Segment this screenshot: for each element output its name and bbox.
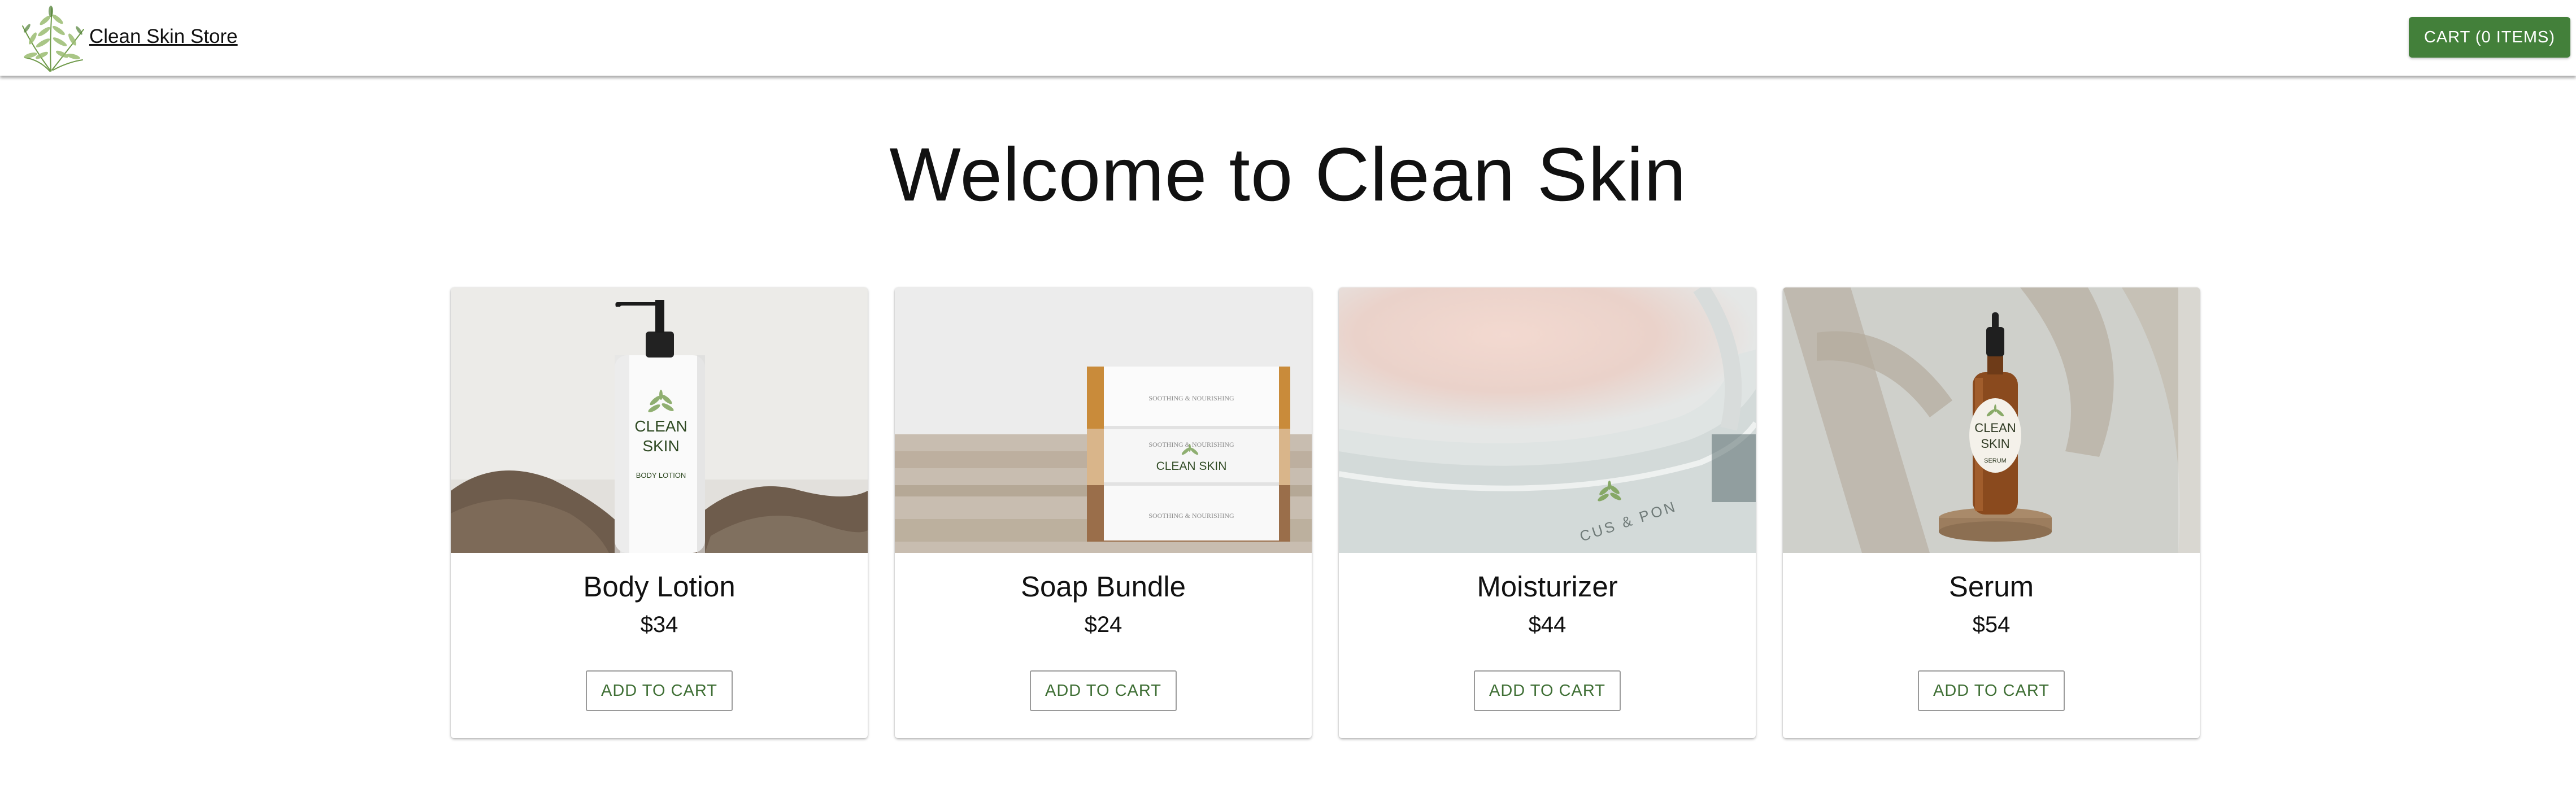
svg-text:SOOTHING & NOURISHING: SOOTHING & NOURISHING [1148,512,1234,520]
svg-text:SKIN: SKIN [642,437,679,455]
add-to-cart-button-serum[interactable]: ADD TO CART [1918,670,2065,711]
page-title: Welcome to Clean Skin [889,133,1687,217]
svg-text:SERUM: SERUM [1984,457,2007,464]
product-card-moisturizer: CUS & PON Moisturizer $44 ADD TO CART [1339,287,1756,738]
svg-text:BODY LOTION: BODY LOTION [636,471,686,480]
moisturizer-jar-closeup-photo-icon: CUS & PON [1339,287,1756,553]
svg-text:SOOTHING & NOURISHING: SOOTHING & NOURISHING [1148,394,1234,402]
product-card-serum: CLEAN SKIN SERUM Serum $54 ADD TO CART [1783,287,2200,738]
add-to-cart-button-moisturizer[interactable]: ADD TO CART [1474,670,1621,711]
soap-bundle-stack-photo-icon: SOOTHING & NOURISHING SOOTHING & NOURISH… [895,287,1312,553]
product-price: $54 [1972,612,2011,637]
store-name-link[interactable]: Clean Skin Store [89,25,238,48]
soap-bundle-image[interactable]: SOOTHING & NOURISHING SOOTHING & NOURISH… [895,287,1312,553]
serum-image[interactable]: CLEAN SKIN SERUM [1783,287,2200,553]
product-name: Soap Bundle [1020,570,1186,603]
add-to-cart-button-soap-bundle[interactable]: ADD TO CART [1030,670,1177,711]
product-card-body-lotion: CLEAN SKIN BODY LOTION Body Lotion $34 A… [451,287,868,738]
product-price: $44 [1528,612,1567,637]
product-name: Moisturizer [1477,570,1618,603]
fern-leaf-logo-icon [22,6,84,72]
svg-text:CLEAN: CLEAN [1974,421,2016,435]
body-lotion-image[interactable]: CLEAN SKIN BODY LOTION [451,287,868,553]
svg-text:CLEAN SKIN: CLEAN SKIN [1156,460,1227,473]
product-card-soap-bundle: SOOTHING & NOURISHING SOOTHING & NOURISH… [895,287,1312,738]
site-header: Clean Skin Store CART (0 ITEMS) [0,0,2576,76]
cart-button[interactable]: CART (0 ITEMS) [2409,17,2570,58]
serum-dropper-bottle-photo-icon: CLEAN SKIN SERUM [1783,287,2200,553]
product-price: $34 [640,612,678,637]
product-name: Serum [1948,570,2034,603]
product-name: Body Lotion [583,570,736,603]
svg-text:CLEAN: CLEAN [634,417,687,435]
moisturizer-image[interactable]: CUS & PON [1339,287,1756,553]
body-lotion-bottle-photo-icon: CLEAN SKIN BODY LOTION [451,287,868,553]
product-grid: CLEAN SKIN BODY LOTION Body Lotion $34 A… [451,287,2200,739]
svg-text:SKIN: SKIN [1981,437,2009,451]
svg-text:SOOTHING & NOURISHING: SOOTHING & NOURISHING [1148,441,1234,448]
add-to-cart-button-body-lotion[interactable]: ADD TO CART [586,670,733,711]
product-price: $24 [1084,612,1122,637]
